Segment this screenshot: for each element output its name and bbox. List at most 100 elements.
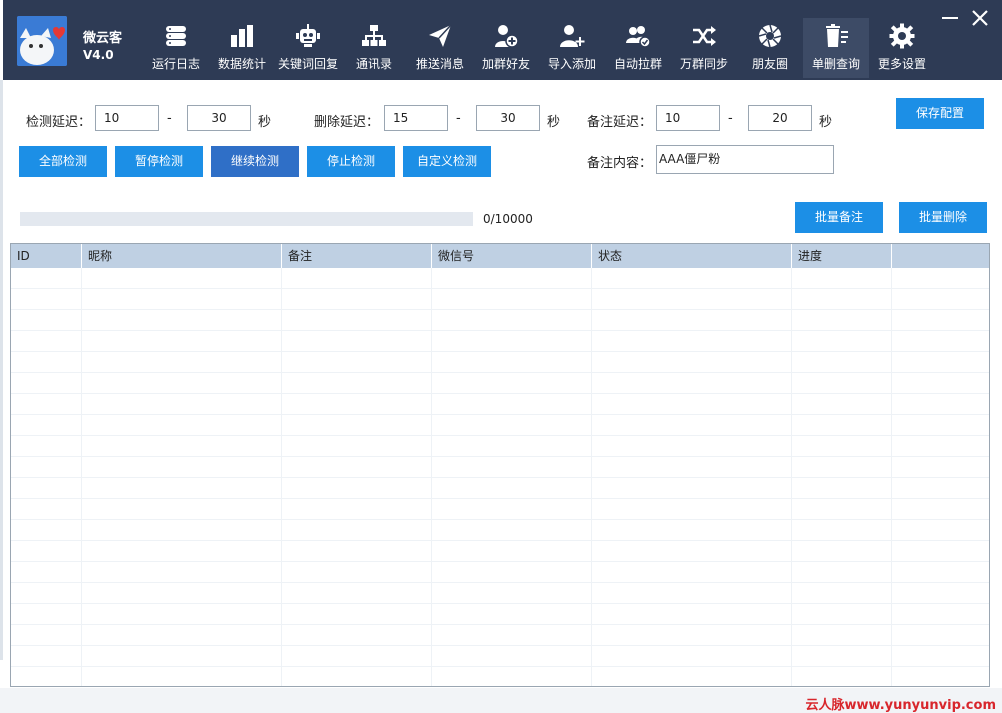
table-cell (792, 520, 892, 540)
table-cell (792, 583, 892, 603)
table-cell (592, 268, 792, 288)
table-cell (11, 625, 82, 645)
table-cell (892, 373, 989, 393)
table-cell (792, 667, 892, 686)
batch-remark-button[interactable]: 批量备注 (795, 202, 883, 233)
col-id[interactable]: ID (11, 244, 82, 268)
table-row (11, 373, 989, 394)
table-cell (432, 373, 592, 393)
col-wechat-id[interactable]: 微信号 (432, 244, 592, 268)
delete-delay-max-input[interactable]: 30 (476, 105, 540, 131)
remark-delay-min-input[interactable]: 10 (656, 105, 720, 131)
table-cell (11, 541, 82, 561)
table-cell (892, 436, 989, 456)
table-row (11, 331, 989, 352)
table-cell (432, 478, 592, 498)
nav-contacts[interactable]: 通讯录 (341, 18, 407, 78)
results-table[interactable]: ID 昵称 备注 微信号 状态 进度 (10, 243, 990, 687)
paper-plane-icon (429, 24, 452, 47)
batch-delete-button[interactable]: 批量删除 (899, 202, 987, 233)
table-cell (592, 373, 792, 393)
user-plus-icon (560, 25, 585, 47)
table-cell (592, 667, 792, 686)
table-cell (792, 415, 892, 435)
close-icon[interactable] (970, 8, 990, 28)
table-cell (592, 415, 792, 435)
table-row (11, 499, 989, 520)
col-nickname[interactable]: 昵称 (82, 244, 282, 268)
table-cell (282, 289, 432, 309)
save-config-button[interactable]: 保存配置 (896, 98, 984, 129)
col-progress[interactable]: 进度 (792, 244, 892, 268)
table-cell (892, 583, 989, 603)
main-nav: 运行日志 数据统计 关键词回复 通讯录 推送消息 加群好友 导入添加 自动拉群 (143, 18, 935, 80)
table-cell (592, 646, 792, 666)
nav-auto-group[interactable]: 自动拉群 (605, 18, 671, 78)
nav-data-stats[interactable]: 数据统计 (209, 18, 275, 78)
table-cell (792, 268, 892, 288)
nav-label: 万群同步 (679, 57, 728, 71)
table-cell (11, 352, 82, 372)
nav-label: 数据统计 (217, 57, 266, 71)
table-cell (11, 310, 82, 330)
nav-keyword-reply[interactable]: 关键词回复 (275, 18, 341, 78)
org-chart-icon (362, 25, 386, 46)
table-cell (432, 457, 592, 477)
delete-delay-label: 删除延迟： (314, 115, 380, 130)
detect-delay-min-input[interactable]: 10 (95, 105, 159, 131)
table-cell (11, 394, 82, 414)
nav-more-settings[interactable]: 更多设置 (869, 18, 935, 78)
nav-label: 运行日志 (151, 57, 200, 71)
nav-label: 通讯录 (355, 57, 392, 71)
table-cell (82, 310, 282, 330)
delete-delay-min-input[interactable]: 15 (384, 105, 448, 131)
table-cell (892, 352, 989, 372)
nav-group-friends[interactable]: 加群好友 (473, 18, 539, 78)
col-extra (892, 244, 989, 268)
table-cell (282, 415, 432, 435)
nav-push-message[interactable]: 推送消息 (407, 18, 473, 78)
table-cell (282, 625, 432, 645)
remark-delay-max-input[interactable]: 20 (748, 105, 812, 131)
stop-detect-button[interactable]: 停止检测 (307, 146, 395, 177)
remark-content-input[interactable]: AAA僵尸粉 (656, 145, 834, 174)
nav-group-sync[interactable]: 万群同步 (671, 18, 737, 78)
table-cell (11, 436, 82, 456)
custom-detect-button[interactable]: 自定义检测 (403, 146, 491, 177)
table-cell (11, 415, 82, 435)
nav-label: 朋友圈 (751, 57, 788, 71)
table-cell (592, 604, 792, 624)
nav-moments[interactable]: 朋友圈 (737, 18, 803, 78)
table-cell (432, 562, 592, 582)
table-cell (282, 457, 432, 477)
seconds-unit: 秒 (547, 115, 561, 130)
col-remark[interactable]: 备注 (282, 244, 432, 268)
detect-delay-max-input[interactable]: 30 (187, 105, 251, 131)
col-status[interactable]: 状态 (592, 244, 792, 268)
robot-icon (296, 24, 320, 47)
nav-run-log[interactable]: 运行日志 (143, 18, 209, 78)
watermark: 云人脉www.yunyunvip.com (805, 698, 996, 713)
table-cell (592, 436, 792, 456)
table-cell (592, 625, 792, 645)
table-cell (11, 604, 82, 624)
table-cell (11, 268, 82, 288)
table-cell (82, 415, 282, 435)
minimize-icon[interactable] (940, 8, 960, 28)
all-detect-button[interactable]: 全部检测 (19, 146, 107, 177)
resume-detect-button[interactable]: 继续检测 (211, 146, 299, 177)
dash: - (167, 111, 172, 126)
table-cell (282, 436, 432, 456)
nav-import-add[interactable]: 导入添加 (539, 18, 605, 78)
nav-label: 自动拉群 (613, 57, 662, 71)
table-cell (432, 268, 592, 288)
pause-detect-button[interactable]: 暂停检测 (115, 146, 203, 177)
table-cell (592, 583, 792, 603)
table-row (11, 289, 989, 310)
table-cell (892, 541, 989, 561)
table-cell (432, 289, 592, 309)
nav-label: 加群好友 (481, 57, 530, 71)
remark-content-label: 备注内容： (587, 156, 653, 171)
nav-single-delete-query[interactable]: 单删查询 (803, 18, 869, 78)
table-cell (82, 478, 282, 498)
